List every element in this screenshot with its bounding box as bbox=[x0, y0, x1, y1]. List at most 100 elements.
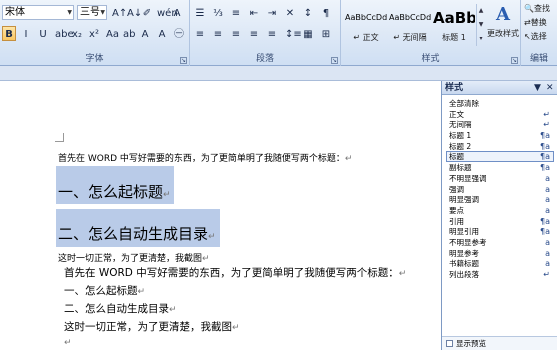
replace-button[interactable]: ⇄替换 bbox=[524, 17, 547, 29]
change-styles-button[interactable]: A 更改样式 bbox=[486, 2, 520, 48]
document-page[interactable]: 首先在 WORD 中写好需要的东西，为了更简单明了我随便写两个标题：↵ 一、怎么… bbox=[0, 81, 441, 350]
style-item-label: 全部清除 bbox=[449, 99, 479, 108]
replace-label: 替换 bbox=[530, 18, 547, 27]
style-list-item[interactable]: 不明显参考 a bbox=[446, 237, 554, 248]
bold-button[interactable]: B bbox=[2, 26, 16, 41]
style-list-item[interactable]: 无间隔 ↵ bbox=[446, 119, 554, 130]
style-item-label: 列出段落 bbox=[449, 270, 479, 279]
bullets-button[interactable]: ☰ bbox=[193, 5, 207, 20]
style-list-item[interactable]: 列出段落 ↵ bbox=[446, 269, 554, 280]
document-paragraph[interactable]: 这时一切正常，为了更清楚，我截图↵ bbox=[64, 319, 240, 334]
font-dialog-launcher[interactable]: ↘ bbox=[180, 57, 187, 64]
paragraph-text: 一、怎么起标题 bbox=[58, 183, 164, 201]
paragraph-text: 首先在 WORD 中写好需要的东西，为了更简单明了我随便写两个标题： bbox=[64, 267, 399, 279]
font-size-combo[interactable]: 三号 ▼ bbox=[77, 5, 107, 20]
decrease-indent-button[interactable]: ⇤ bbox=[247, 5, 261, 20]
style-tile-heading-1[interactable]: AaBb 标题 1 bbox=[433, 4, 475, 46]
style-list-item[interactable]: 书籍标题 a bbox=[446, 258, 554, 269]
style-list-item[interactable]: 引用 ¶a bbox=[446, 216, 554, 227]
style-list-item[interactable]: 正文 ↵ bbox=[446, 109, 554, 120]
style-list-item[interactable]: 副标题 ¶a bbox=[446, 162, 554, 173]
document-paragraph[interactable]: ↵ bbox=[64, 337, 72, 348]
styles-pane-title: 样式 bbox=[445, 83, 464, 93]
document-paragraph[interactable]: 一、怎么起标题↵ bbox=[64, 283, 145, 298]
style-list-item[interactable]: 明显引用 ¶a bbox=[446, 226, 554, 237]
style-tile-no-spacing[interactable]: AaBbCcDd ↵ 无间隔 bbox=[389, 4, 431, 46]
style-list-item[interactable]: 标题 2 ¶a bbox=[446, 141, 554, 152]
show-preview-checkbox[interactable] bbox=[446, 340, 453, 347]
ruler-area bbox=[0, 66, 557, 81]
style-item-label: 书籍标题 bbox=[449, 259, 479, 269]
paragraph-mark: ↵ bbox=[398, 269, 407, 279]
margin-corner-mark bbox=[55, 133, 64, 142]
borders-button[interactable]: ⊞ bbox=[319, 26, 333, 41]
align-center-button[interactable]: ≡ bbox=[211, 26, 225, 41]
paragraph-mark: ↵ bbox=[163, 190, 171, 200]
style-list-item[interactable]: 要点 a bbox=[446, 205, 554, 216]
find-button[interactable]: 🔍查找 bbox=[524, 3, 550, 15]
document-heading[interactable]: 一、怎么起标题↵ bbox=[58, 181, 171, 202]
distributed-button[interactable]: ≡ bbox=[265, 26, 279, 41]
style-list-item[interactable]: 明显参考 a bbox=[446, 248, 554, 259]
show-marks-button[interactable]: ¶ bbox=[319, 5, 333, 20]
document-paragraph[interactable]: 二、怎么自动生成目录↵ bbox=[64, 301, 177, 316]
paragraph-text: 这时一切正常，为了更清楚，我截图 bbox=[58, 254, 203, 264]
underline-button[interactable]: U bbox=[36, 26, 50, 41]
font-color-button[interactable]: A bbox=[138, 26, 152, 41]
style-list: 全部清除 正文 ↵ 无间隔 ↵ 标题 1 ¶a 标题 2 ¶a 标题 ¶a 副标题 ¶a 不明显强调 a 强调… bbox=[446, 98, 554, 280]
paragraph-mark: ↵ bbox=[64, 338, 72, 348]
multilevel-button[interactable]: ≡ bbox=[229, 5, 243, 20]
document-paragraph[interactable]: 这时一切正常，为了更清楚，我截图↵ bbox=[58, 251, 210, 264]
paragraph-group: ☰ ⅓ ≡ ⇤ ⇥ ✕ ↕ ¶ ≡ ≡ ≡ ≡ ≡ ↕≡ ▦ ⊞ 段落 ↘ bbox=[190, 0, 341, 66]
font-name-value: 宋体 bbox=[5, 7, 25, 18]
document-paragraph[interactable]: 首先在 WORD 中写好需要的东西，为了更简单明了我随便写两个标题：↵ bbox=[58, 151, 352, 164]
pane-options-icon[interactable]: ▼ bbox=[534, 81, 541, 95]
style-type-icon: ↵ bbox=[543, 270, 550, 279]
styles-dialog-launcher[interactable]: ↘ bbox=[511, 57, 518, 64]
align-left-button[interactable]: ≡ bbox=[193, 26, 207, 41]
style-list-item[interactable]: 明显强调 a bbox=[446, 194, 554, 205]
font-name-combo[interactable]: 宋体 ▼ bbox=[2, 5, 74, 20]
justify-button[interactable]: ≡ bbox=[247, 26, 261, 41]
show-preview-option[interactable]: 显示预览 bbox=[442, 336, 557, 350]
paragraph-text: 二、怎么自动生成目录 bbox=[58, 225, 209, 243]
enclose-char-button[interactable]: ㊀ bbox=[172, 26, 186, 41]
show-preview-label: 显示预览 bbox=[456, 339, 486, 348]
close-icon[interactable]: ✕ bbox=[546, 81, 554, 95]
subscript-button[interactable]: x₂ bbox=[70, 26, 84, 41]
numbering-button[interactable]: ⅓ bbox=[211, 5, 225, 20]
char-border-button[interactable]: A bbox=[170, 5, 184, 20]
paragraph-mark: ↵ bbox=[208, 232, 216, 242]
style-list-item[interactable]: 标题 ¶a bbox=[446, 151, 554, 163]
increase-indent-button[interactable]: ⇥ bbox=[265, 5, 279, 20]
style-list-item[interactable]: 全部清除 bbox=[446, 98, 554, 109]
ribbon: 宋体 ▼ 三号 ▼ A↑ A↓ ✐ wén A B I Uabe x₂ x² Aa ab A A ㊀ 字体… bbox=[0, 0, 557, 66]
asian-layout-button[interactable]: ✕ bbox=[283, 5, 297, 20]
italic-button[interactable]: I bbox=[19, 26, 33, 41]
shading-button[interactable]: ▦ bbox=[301, 26, 315, 41]
style-item-label: 明显参考 bbox=[449, 248, 479, 258]
style-list-item[interactable]: 标题 1 ¶a bbox=[446, 130, 554, 141]
style-list-item[interactable]: 不明显强调 a bbox=[446, 173, 554, 184]
style-list-item[interactable]: 强调 a bbox=[446, 184, 554, 195]
style-item-label: 强调 bbox=[449, 184, 464, 194]
style-tile-caption: ↵ 正文 bbox=[353, 33, 379, 42]
change-styles-icon: A bbox=[496, 4, 510, 25]
style-tile-sample: AaBb bbox=[433, 9, 475, 27]
find-label: 查找 bbox=[533, 4, 550, 13]
highlight-button[interactable]: ab bbox=[121, 26, 137, 41]
document-heading[interactable]: 二、怎么自动生成目录↵ bbox=[58, 223, 216, 244]
style-tile-sample: AaBbCcDd bbox=[389, 13, 431, 22]
superscript-button[interactable]: x² bbox=[87, 26, 101, 41]
clear-format-button[interactable]: ✐ bbox=[140, 5, 154, 20]
align-right-button[interactable]: ≡ bbox=[229, 26, 243, 41]
sort-button[interactable]: ↕ bbox=[301, 5, 315, 20]
style-tile-normal[interactable]: AaBbCcDd ↵ 正文 bbox=[345, 4, 387, 46]
document-paragraph[interactable]: 首先在 WORD 中写好需要的东西，为了更简单明了我随便写两个标题：↵ bbox=[64, 265, 406, 280]
change-case-button[interactable]: Aa bbox=[104, 26, 121, 41]
style-gallery-scroll[interactable]: ▲ ▼ ▾ bbox=[476, 4, 485, 46]
char-shading-button[interactable]: A bbox=[155, 26, 169, 41]
chevron-down-icon: ▼ bbox=[67, 9, 72, 16]
paragraph-dialog-launcher[interactable]: ↘ bbox=[331, 57, 338, 64]
select-button[interactable]: ↖选择 bbox=[524, 31, 547, 43]
